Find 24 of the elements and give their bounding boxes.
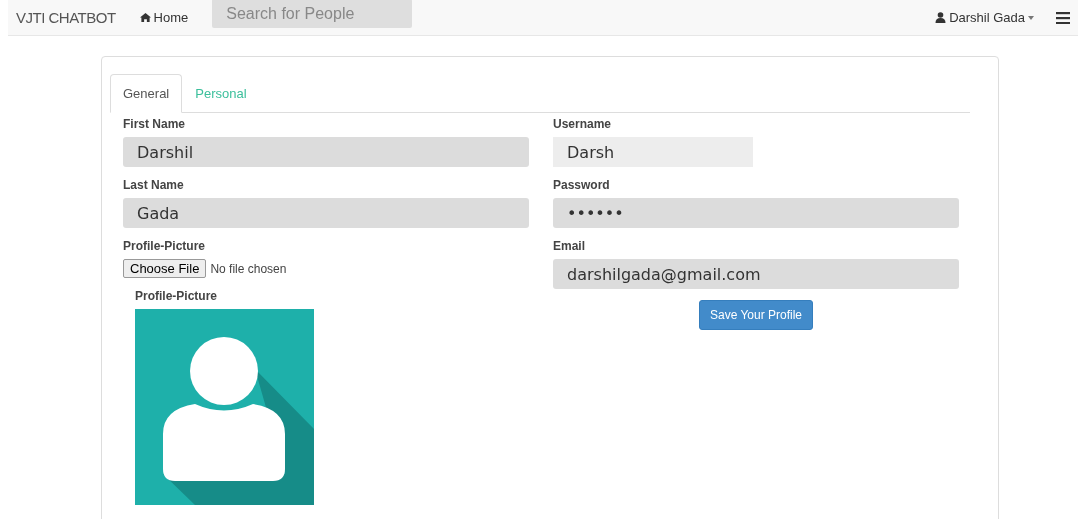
input-field[interactable]: Gada	[123, 198, 529, 228]
user-icon	[935, 12, 947, 23]
home-link[interactable]: Home	[139, 10, 189, 25]
field-label: First Name	[123, 117, 187, 131]
tab[interactable]: General	[110, 74, 183, 113]
field-label: Email	[553, 239, 586, 253]
choose-file-button[interactable]: Choose File	[123, 259, 207, 278]
field-label: Profile-Picture	[123, 239, 207, 253]
input-field[interactable]: darshilgada@gmail.com	[553, 259, 959, 289]
file-status: No file chosen	[210, 261, 287, 276]
picture-caption: Profile-Picture	[135, 289, 219, 303]
field-label: Password	[553, 178, 611, 192]
brand-title[interactable]: VJTI CHATBOT	[16, 9, 116, 26]
save-profile-button[interactable]: Save Your Profile	[698, 300, 814, 330]
field-label: Username	[553, 117, 613, 131]
field-label: Last Name	[123, 178, 185, 192]
caret-icon	[1028, 15, 1034, 20]
input-field[interactable]: Darshil	[123, 137, 529, 167]
input-field[interactable]: ••••••	[553, 198, 959, 228]
search-field[interactable]: Search for People	[212, 0, 413, 28]
home-icon	[139, 12, 151, 23]
menu-icon[interactable]	[1056, 11, 1070, 24]
input-field[interactable]: Darsh	[553, 137, 753, 167]
user-menu[interactable]: Darshil Gada	[935, 10, 1034, 25]
